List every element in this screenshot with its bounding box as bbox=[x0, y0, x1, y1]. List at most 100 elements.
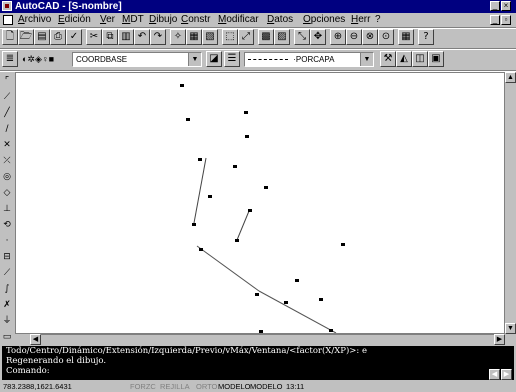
cmd-scroll-right-icon[interactable]: ▶ bbox=[501, 369, 512, 380]
help-icon[interactable]: ? bbox=[418, 29, 434, 45]
zoom-in-icon[interactable]: ⊖ bbox=[346, 29, 362, 45]
menu-modificar[interactable]: Modificar bbox=[218, 14, 259, 26]
dimension-icon[interactable]: ⤢ bbox=[238, 29, 254, 45]
title-bar: AutoCAD - [S-nombre] _ × bbox=[0, 0, 516, 13]
redo-icon[interactable]: ↷ bbox=[150, 29, 166, 45]
zoom-window-icon[interactable]: ⊙ bbox=[378, 29, 394, 45]
document-icon[interactable] bbox=[3, 15, 13, 25]
command-window[interactable]: Todo/Centro/Dinámico/Extensión/Izquierda… bbox=[2, 346, 514, 380]
line-icon[interactable]: ⌜ bbox=[1, 74, 13, 88]
drawing-svg bbox=[193, 157, 337, 333]
chevron-down-icon[interactable]: ▼ bbox=[360, 53, 373, 66]
cross-icon[interactable]: ✕ bbox=[1, 138, 13, 152]
circle-icon[interactable]: ◎ bbox=[1, 170, 13, 184]
scroll-left-icon[interactable]: ◀ bbox=[30, 334, 41, 345]
rectangle-icon[interactable]: ⊟ bbox=[1, 250, 13, 264]
make-layer-current-icon[interactable]: ◪ bbox=[206, 51, 222, 67]
polygon-icon[interactable]: ◇ bbox=[1, 186, 13, 200]
copy-icon[interactable]: ⧉ bbox=[102, 29, 118, 45]
arc-icon[interactable]: ╱ bbox=[1, 106, 13, 120]
curve-icon[interactable]: ∫ bbox=[1, 282, 13, 296]
menu-archivo[interactable]: Archivo bbox=[18, 14, 51, 26]
rejilla-toggle[interactable]: REJILLA bbox=[160, 381, 190, 392]
survey-point bbox=[186, 118, 190, 121]
properties-toolbar: ≣ ◐✲◈♀■ COORDBASE ▼ ◪ ☰ ·PORCAPA ▼ ⚒ ◭ ◫… bbox=[0, 50, 516, 70]
layer-combo[interactable]: COORDBASE ▼ bbox=[72, 52, 202, 67]
doc-minimize-button[interactable]: _ bbox=[490, 15, 500, 25]
survey-point bbox=[198, 158, 202, 161]
pan-icon[interactable]: ✥ bbox=[310, 29, 326, 45]
orto-toggle[interactable]: ORTO bbox=[196, 381, 217, 392]
layer-value: COORDBASE bbox=[76, 55, 128, 64]
new-icon[interactable]: 🗋 bbox=[2, 29, 18, 45]
menu-bar: Archivo Edición Ver MDT Dibujo Constr Mo… bbox=[0, 13, 516, 27]
modelo-toggle[interactable]: MODELO bbox=[218, 381, 251, 392]
snap-icon[interactable]: ✧ bbox=[170, 29, 186, 45]
chevron-down-icon[interactable]: ▼ bbox=[188, 53, 201, 66]
menu-dibujo[interactable]: Dibujo bbox=[149, 14, 177, 26]
survey-point bbox=[295, 279, 299, 282]
drawing-line bbox=[236, 210, 250, 241]
modelo-tab[interactable]: MODELO bbox=[250, 381, 283, 392]
point-icon[interactable]: ⊥ bbox=[1, 202, 13, 216]
minimize-button[interactable]: _ bbox=[490, 1, 500, 11]
undo-icon[interactable]: ↶ bbox=[134, 29, 150, 45]
doc-restore-button[interactable]: ▫ bbox=[501, 15, 511, 25]
rotate-icon[interactable]: ⟲ bbox=[1, 218, 13, 232]
tool-e-icon[interactable]: ⤡ bbox=[294, 29, 310, 45]
layers-icon[interactable]: ≣ bbox=[2, 51, 18, 67]
tool-d-icon[interactable]: ▨ bbox=[274, 29, 290, 45]
cross-icon[interactable]: ⤫ bbox=[1, 154, 13, 168]
calc-icon[interactable]: ▣ bbox=[428, 51, 444, 67]
vertical-scrollbar[interactable]: ▲ ▼ bbox=[505, 72, 516, 334]
survey-point bbox=[208, 195, 212, 198]
print-icon[interactable]: ⎙ bbox=[50, 29, 66, 45]
horizontal-scrollbar[interactable]: ◀ ▶ bbox=[30, 334, 505, 345]
menu-constr[interactable]: Constr bbox=[181, 14, 210, 26]
cut-icon[interactable]: ✂ bbox=[86, 29, 102, 45]
forzc-toggle[interactable]: FORZC bbox=[130, 381, 156, 392]
cmd-scroll-left-icon[interactable]: ◀ bbox=[489, 369, 500, 380]
polyline-icon[interactable]: ⟋ bbox=[1, 90, 13, 104]
paste-icon[interactable]: ▥ bbox=[118, 29, 134, 45]
drawing-line bbox=[193, 157, 207, 224]
menu-help[interactable]: ? bbox=[375, 14, 381, 26]
x-icon[interactable]: ✗ bbox=[1, 298, 13, 312]
tool-a-icon[interactable]: ▦ bbox=[186, 29, 202, 45]
pin-icon[interactable]: ⏚ bbox=[1, 314, 13, 328]
open-icon[interactable]: 🗁 bbox=[18, 29, 34, 45]
menu-ver[interactable]: Ver bbox=[100, 14, 115, 26]
menu-mdt[interactable]: MDT bbox=[122, 14, 144, 26]
match-icon[interactable]: ◭ bbox=[396, 51, 412, 67]
zoom-out-icon[interactable]: ⊗ bbox=[362, 29, 378, 45]
dot-icon[interactable]: · bbox=[1, 234, 13, 248]
scroll-up-icon[interactable]: ▲ bbox=[505, 72, 516, 83]
menu-opciones[interactable]: Opciones bbox=[303, 14, 345, 26]
save-icon[interactable]: ▤ bbox=[34, 29, 50, 45]
scroll-down-icon[interactable]: ▼ bbox=[505, 323, 516, 334]
survey-point bbox=[255, 293, 259, 296]
app-icon[interactable] bbox=[2, 1, 12, 11]
scroll-right-icon[interactable]: ▶ bbox=[494, 334, 505, 345]
tool-c-icon[interactable]: ▩ bbox=[258, 29, 274, 45]
spell-icon[interactable]: ✓ bbox=[66, 29, 82, 45]
menu-herr[interactable]: Herr bbox=[351, 14, 370, 26]
linetype-icon[interactable]: ☰ bbox=[224, 51, 240, 67]
line-icon[interactable]: ∕ bbox=[1, 122, 13, 136]
grid-icon[interactable]: ▦ bbox=[398, 29, 414, 45]
menu-edicion[interactable]: Edición bbox=[58, 14, 91, 26]
close-button[interactable]: × bbox=[501, 1, 511, 11]
drawing-line bbox=[196, 245, 260, 292]
command-prompt[interactable]: Comando: bbox=[6, 366, 514, 376]
linetype-combo[interactable]: ·PORCAPA ▼ bbox=[244, 52, 374, 67]
page-icon[interactable]: ▭ bbox=[1, 330, 13, 344]
tool-b-icon[interactable]: ▧ bbox=[202, 29, 218, 45]
menu-datos[interactable]: Datos bbox=[267, 14, 293, 26]
properties-icon[interactable]: ⚒ bbox=[380, 51, 396, 67]
edit-icon[interactable]: ⟋ bbox=[1, 266, 13, 280]
window-icon[interactable]: ⬚ bbox=[222, 29, 238, 45]
list-icon[interactable]: ◫ bbox=[412, 51, 428, 67]
drawing-canvas[interactable] bbox=[15, 72, 505, 334]
command-history-line: Regenerando el dibujo. bbox=[6, 356, 107, 366]
zoom-icon[interactable]: ⊕ bbox=[330, 29, 346, 45]
